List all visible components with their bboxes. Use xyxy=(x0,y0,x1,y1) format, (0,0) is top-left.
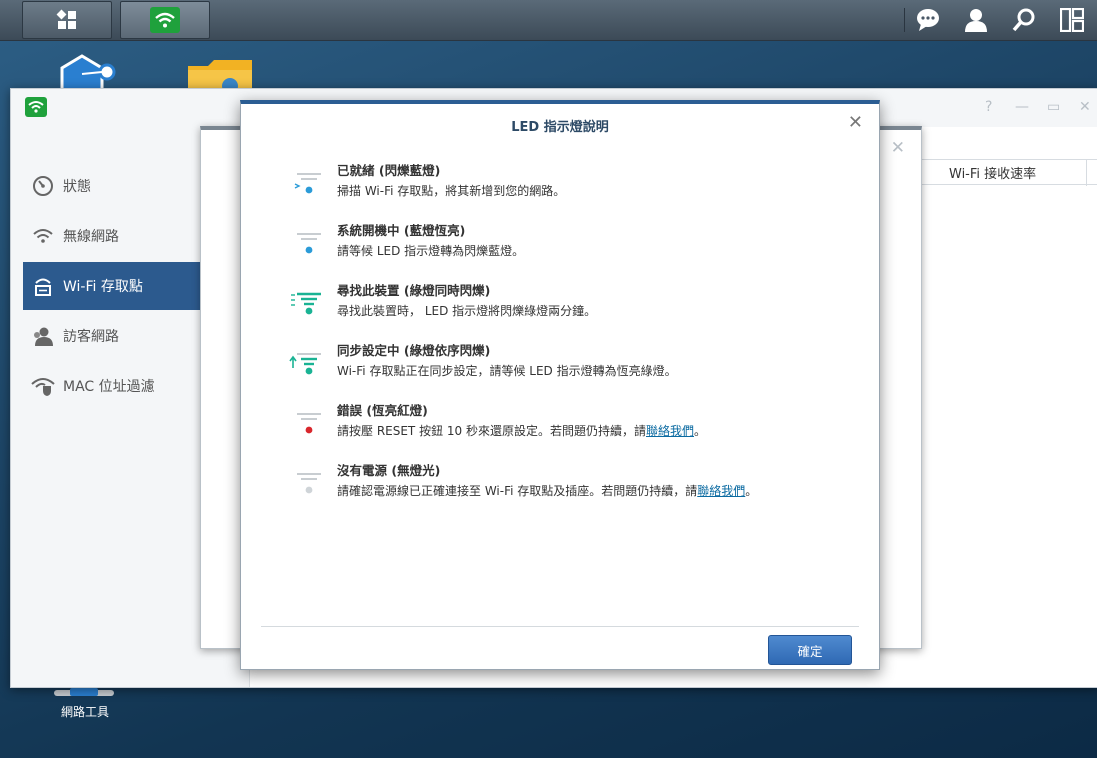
led-item-desc: 請確認電源線已正確連接至 Wi-Fi 存取點及插座。若問題仍持續，請聯絡我們。 xyxy=(337,482,757,499)
sidebar-item-label: 狀態 xyxy=(63,179,91,195)
led-item-error: 錯誤 (恆亮紅燈) 請按壓 RESET 按鈕 10 秒來還原設定。若問題仍持續，… xyxy=(287,400,847,450)
led-item-title: 沒有電源 (無燈光) xyxy=(337,463,441,478)
sidebar-item-label: MAC 位址過濾 xyxy=(63,379,155,395)
led-item-ready: 已就緒 (閃爍藍燈) 掃描 Wi-Fi 存取點，將其新增到您的網路。 xyxy=(287,160,847,210)
search-icon[interactable] xyxy=(1011,7,1037,33)
wifi-icon xyxy=(31,224,55,248)
shield-wifi-icon xyxy=(31,374,55,398)
led-item-desc: 請等候 LED 指示燈轉為閃爍藍燈。 xyxy=(337,244,525,258)
contact-us-link[interactable]: 聯絡我們 xyxy=(697,484,745,498)
led-item-title: 錯誤 (恆亮紅燈) xyxy=(337,403,428,418)
wifi-app-icon xyxy=(25,97,47,117)
widgets-icon[interactable] xyxy=(1059,7,1085,33)
access-point-icon xyxy=(31,274,55,298)
led-item-desc-suffix: 。 xyxy=(745,484,758,498)
guest-icon xyxy=(31,324,55,348)
led-item-booting: 系統開機中 (藍燈恆亮) 請等候 LED 指示燈轉為閃爍藍燈。 xyxy=(287,220,847,270)
led-help-modal: LED 指示燈說明 ✕ 已就緒 (閃爍藍燈) 掃描 Wi-Fi 存取點，將其新增… xyxy=(240,100,880,670)
led-item-find-device: 尋找此裝置 (綠燈同時閃爍) 尋找此裝置時， LED 指示燈將閃爍綠燈兩分鐘。 xyxy=(287,280,847,330)
led-item-desc-suffix: 。 xyxy=(694,424,707,438)
grid-column-header-rx-rate[interactable]: Wi-Fi 接收速率 xyxy=(918,159,1097,185)
led-item-title: 系統開機中 (藍燈恆亮) xyxy=(337,223,466,238)
wifi-icon xyxy=(150,7,180,33)
taskbar xyxy=(0,0,1097,41)
led-off-icon xyxy=(297,473,321,494)
sidebar-item-label: 無線網路 xyxy=(63,229,119,245)
ok-button[interactable]: 確定 xyxy=(768,635,852,665)
grid-icon xyxy=(56,9,76,29)
chat-icon[interactable] xyxy=(915,7,941,33)
taskbar-separator xyxy=(904,8,905,32)
sidebar-item-label: 訪客網路 xyxy=(63,329,119,345)
led-item-desc: 請按壓 RESET 按鈕 10 秒來還原設定。若問題仍持續，請聯絡我們。 xyxy=(337,422,706,439)
led-item-no-power: 沒有電源 (無燈光) 請確認電源線已正確連接至 Wi-Fi 存取點及插座。若問題… xyxy=(287,460,847,510)
maximize-button[interactable]: ▭ xyxy=(1047,99,1060,115)
sidebar-item-mac-filter[interactable]: MAC 位址過濾 xyxy=(23,362,201,410)
sidebar-item-access-point[interactable]: Wi-Fi 存取點 xyxy=(23,262,201,310)
close-window-button[interactable]: ✕ xyxy=(1079,99,1091,115)
led-item-desc: Wi-Fi 存取點正在同步設定，請等候 LED 指示燈轉為恆亮綠燈。 xyxy=(337,364,677,378)
taskbar-wifi-app-button[interactable] xyxy=(120,1,210,39)
sidebar-item-wireless[interactable]: 無線網路 xyxy=(23,212,201,260)
led-item-desc-text: 請確認電源線已正確連接至 Wi-Fi 存取點及插座。若問題仍持續，請 xyxy=(337,484,698,498)
sidebar-item-label: Wi-Fi 存取點 xyxy=(63,279,143,295)
led-solid-red-icon xyxy=(297,413,321,434)
led-blinking-blue-icon xyxy=(294,173,321,194)
led-item-desc: 掃描 Wi-Fi 存取點，將其新增到您的網路。 xyxy=(337,184,566,198)
help-button[interactable]: ? xyxy=(985,99,992,115)
modal-footer-divider xyxy=(261,626,859,627)
modal-title: LED 指示燈說明 xyxy=(511,120,609,135)
led-item-title: 尋找此裝置 (綠燈同時閃爍) xyxy=(337,283,491,298)
grid-column-separator xyxy=(1086,160,1087,186)
led-item-syncing: 同步設定中 (綠燈依序閃爍) Wi-Fi 存取點正在同步設定，請等候 LED 指… xyxy=(287,340,847,390)
minimize-button[interactable]: — xyxy=(1015,99,1029,115)
led-green-flash-all-icon xyxy=(291,292,321,315)
gauge-icon xyxy=(31,174,55,198)
led-green-sequential-icon xyxy=(289,353,321,375)
led-solid-blue-icon xyxy=(297,233,321,254)
led-item-title: 已就緒 (閃爍藍燈) xyxy=(337,163,441,178)
led-item-desc: 尋找此裝置時， LED 指示燈將閃爍綠燈兩分鐘。 xyxy=(337,304,597,318)
main-menu-button[interactable] xyxy=(22,1,112,39)
contact-us-link[interactable]: 聯絡我們 xyxy=(646,424,694,438)
led-item-title: 同步設定中 (綠燈依序閃爍) xyxy=(337,343,491,358)
modal-close-icon[interactable]: ✕ xyxy=(848,112,863,133)
network-tools-label: 網路工具 xyxy=(60,705,109,719)
background-dialog-close-icon[interactable]: ✕ xyxy=(891,138,905,158)
sidebar-item-status[interactable]: 狀態 xyxy=(23,162,201,210)
sidebar-item-guest-network[interactable]: 訪客網路 xyxy=(23,312,201,360)
user-icon[interactable] xyxy=(963,7,989,33)
led-item-desc-text: 請按壓 RESET 按鈕 10 秒來還原設定。若問題仍持續，請 xyxy=(337,424,646,438)
